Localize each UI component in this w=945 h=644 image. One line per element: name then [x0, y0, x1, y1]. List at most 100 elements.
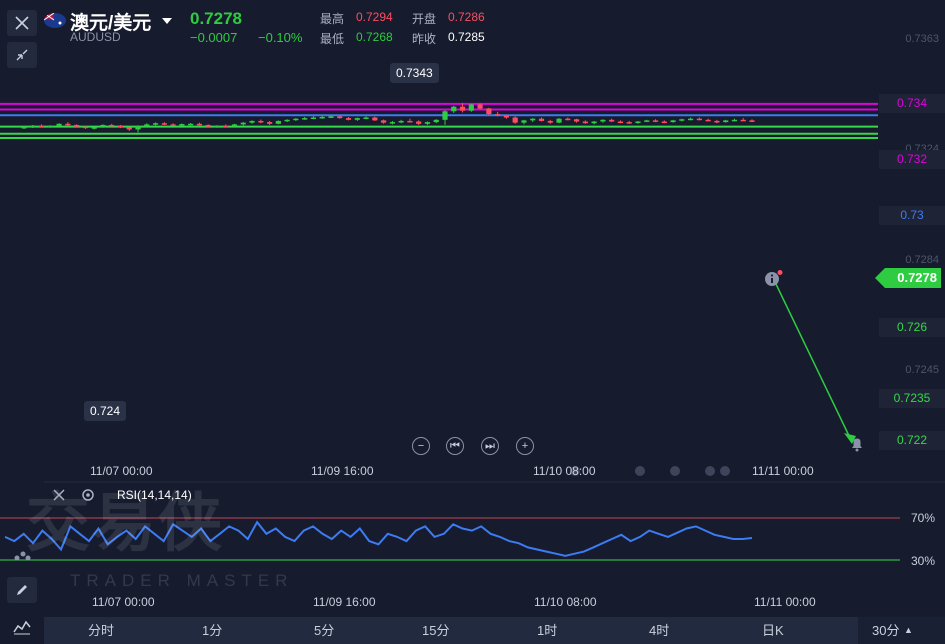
scroll-dot — [705, 466, 715, 476]
tf-1h[interactable]: 1时 — [537, 617, 557, 644]
skip-forward-icon: ⏭ — [485, 439, 495, 452]
line-tag-07235[interactable]: 0.7235 — [879, 389, 945, 408]
candle-body — [293, 118, 299, 121]
tf-5m[interactable]: 5分 — [314, 617, 334, 644]
line-chart-icon — [13, 620, 31, 635]
candle-body — [512, 117, 518, 123]
x-tick: 11/07 00:00 — [90, 464, 153, 478]
high-label: 最高 — [320, 12, 345, 26]
high-value: 0.7294 — [356, 10, 393, 24]
candle-body — [240, 122, 246, 125]
scroll-start-button[interactable]: ⏮ — [446, 437, 464, 455]
x-tick: 11/11 00:00 — [752, 464, 814, 478]
x-tick: 11/10 08:00 — [533, 464, 596, 478]
y-tick: 0.7284 — [905, 254, 939, 266]
chart-type-button[interactable] — [7, 614, 37, 640]
scroll-dot — [670, 466, 680, 476]
candle-body — [565, 118, 571, 121]
candle-body — [381, 120, 387, 123]
candle-body — [161, 123, 167, 125]
watermark-logo-en: TRADER MASTER — [70, 571, 294, 590]
candle-body — [389, 122, 395, 124]
skip-back-icon: ⏮ — [450, 439, 460, 452]
rsi-settings-icon[interactable] — [81, 488, 95, 507]
candle-body — [547, 120, 553, 123]
last-price: 0.7278 — [190, 9, 242, 28]
minus-icon: − — [417, 439, 425, 452]
scroll-end-button[interactable]: ⏭ — [481, 437, 499, 455]
candle-body — [214, 125, 220, 128]
tf-1d[interactable]: 日K — [762, 617, 784, 644]
price-change-pct: −0.10% — [258, 30, 303, 45]
candle-body — [661, 121, 667, 124]
line-tag-0734[interactable]: 0.734 — [879, 94, 945, 113]
candle-body — [468, 104, 474, 111]
zoom-out-button[interactable]: − — [412, 437, 430, 455]
y-tick: 0.7245 — [905, 364, 939, 376]
candle-body — [47, 125, 53, 128]
candle-body — [652, 120, 659, 122]
open-value: 0.7286 — [448, 10, 485, 24]
candle-body — [609, 119, 615, 122]
candle-body — [65, 123, 71, 126]
watermark-logo-cn: 交易侠 — [26, 487, 224, 559]
x-tick: 11/09 16:00 — [311, 464, 374, 478]
candle-body — [644, 120, 650, 122]
tf-30m-box[interactable]: 30分 ▲ — [858, 617, 945, 644]
rsi-close-icon[interactable] — [52, 488, 66, 507]
rsi-label: RSI(14,14,14) — [117, 488, 192, 502]
tf-dropdown-icon[interactable]: ▲ — [904, 617, 913, 644]
rsi-x-tick: 11/07 00:00 — [92, 595, 155, 609]
candle-body — [670, 120, 676, 123]
candle-body — [486, 108, 492, 115]
indicator-icon — [14, 551, 31, 561]
tf-1m[interactable]: 1分 — [202, 617, 222, 644]
close-button[interactable] — [7, 10, 37, 36]
candle-body — [740, 119, 746, 122]
line-tag-073[interactable]: 0.73 — [879, 206, 945, 225]
candle-body — [723, 120, 729, 123]
candle-body — [407, 120, 413, 123]
candle-body — [626, 122, 632, 124]
indicator-button[interactable] — [7, 543, 37, 569]
bell-icon[interactable] — [849, 436, 865, 457]
candle-body — [345, 118, 352, 120]
candle-body — [196, 123, 203, 126]
line-tag-0726[interactable]: 0.726 — [879, 318, 945, 337]
zoom-in-button[interactable]: + — [516, 437, 534, 455]
candle-body — [591, 121, 597, 124]
tf-tick[interactable]: 分时 — [88, 617, 114, 644]
candle-body — [266, 122, 273, 124]
candle-body — [126, 127, 132, 130]
symbol-dropdown-icon[interactable] — [162, 12, 172, 30]
candle-body — [398, 120, 404, 123]
scroll-dot — [720, 466, 730, 476]
candle-body — [714, 120, 720, 123]
candle-body — [635, 121, 641, 124]
prev-close-label: 昨收 — [412, 32, 437, 46]
candle-body — [538, 118, 545, 121]
candle-body — [319, 116, 325, 119]
tf-4h[interactable]: 4时 — [649, 617, 669, 644]
candle-body — [152, 123, 159, 125]
candle-body — [705, 119, 711, 122]
candle-body — [231, 124, 238, 127]
candle-body — [284, 119, 290, 122]
au-flag-icon — [44, 13, 66, 28]
line-tag-0732[interactable]: 0.732 — [879, 150, 945, 169]
candle-body — [82, 126, 88, 129]
line-tag-0722[interactable]: 0.722 — [879, 431, 945, 450]
collapse-icon — [16, 49, 28, 61]
candle-body — [433, 119, 439, 123]
candle-body — [372, 117, 378, 121]
candle-body — [135, 126, 141, 130]
collapse-button[interactable] — [7, 42, 37, 68]
symbol-code: AUDUSD — [70, 30, 121, 44]
candle-body — [363, 117, 369, 120]
draw-button[interactable] — [7, 577, 37, 603]
info-icon[interactable] — [764, 269, 786, 294]
tf-30m[interactable]: 30分 — [872, 617, 899, 644]
candle-body — [109, 124, 115, 127]
low-label: 最低 — [320, 32, 345, 46]
tf-15m[interactable]: 15分 — [422, 617, 449, 644]
